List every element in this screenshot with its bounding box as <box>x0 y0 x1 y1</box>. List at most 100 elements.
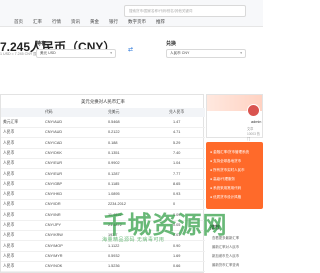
table-cell-code: CNY/AUD <box>45 120 63 124</box>
user-name[interactable]: admin <box>251 120 261 124</box>
watermark-logo: 千城资源网 <box>90 207 240 239</box>
table-cell-v1: 0.1287 <box>108 171 120 176</box>
table-cell-code: CNY/INR <box>45 212 61 217</box>
table-cell-v2: 5.29 <box>173 140 181 145</box>
table-cell-v2: 7.40 <box>173 150 181 155</box>
top-bar: 搜索货币/国家名称/代码/别名/其他关键词 首页 汇率 行情 资讯 黄金 银行 数字货币 推荐 <box>0 0 263 27</box>
table-cell-name: 美元汇率 <box>3 120 19 124</box>
nav-item[interactable]: 黄金 <box>85 18 104 26</box>
to-label: 兑换 <box>166 41 177 47</box>
chevron-down-icon: ▾ <box>240 51 242 55</box>
table-row[interactable]: 人民币 CNY/MOP 1.1122 0.90 <box>1 242 205 252</box>
table-cell-name: 人民币 <box>3 202 15 207</box>
table-cell-v2: 4.71 <box>173 130 181 135</box>
chevron-down-icon: ▾ <box>110 51 112 55</box>
watermark-text: 千城资源网 <box>102 210 228 239</box>
to-currency-select[interactable]: 人民币 CNY ▾ <box>166 49 246 58</box>
table-cell-name: 人民币 <box>3 150 15 155</box>
col-cny: 兑人民币 <box>169 110 185 114</box>
avatar[interactable] <box>247 104 260 117</box>
search-input[interactable]: 搜索货币/国家名称/代码/别名/其他关键词 <box>124 5 246 17</box>
table-row[interactable]: 人民币 CNY/AUD 0.2122 4.71 <box>1 128 205 139</box>
table-cell-v2: 1.47 <box>173 120 181 124</box>
table-row[interactable]: 人民币 CNY/GBP 0.1185 8.65 <box>1 180 205 190</box>
user-stat: 文章 10003 热门 <box>247 127 260 141</box>
user-card: admin 文章 10003 热门 <box>206 94 263 141</box>
table-cell-v2: 0.93 <box>173 192 181 197</box>
swap-icon[interactable]: ⇄ <box>128 46 133 53</box>
table-header: 代码 兑美元 兑人民币 <box>1 108 205 117</box>
table-cell-v1: 1.0895 <box>108 192 120 197</box>
table-cell-code: CNY/EUR <box>45 171 63 176</box>
nav-item[interactable]: 推荐 <box>151 18 170 26</box>
table-cell-v1: 0.5932 <box>108 253 120 258</box>
table-cell-v1: 0.1185 <box>108 181 120 186</box>
table-cell-name: 人民币 <box>3 253 15 258</box>
col-code: 代码 <box>45 110 53 114</box>
table-row[interactable]: 人民币 CNY/EUR 0.1287 7.77 <box>1 170 205 180</box>
col-usd: 兑美元 <box>108 110 120 114</box>
main-nav: 首页 汇率 行情 资讯 黄金 银行 数字货币 推荐 <box>0 18 170 26</box>
promo-item: ● 金融汇率/货币管理系统 <box>210 150 250 154</box>
table-row[interactable]: 人民币 CNY/DKK 0.1351 7.40 <box>1 149 205 159</box>
table-cell-name: 人民币 <box>3 171 15 176</box>
table-row[interactable]: 人民币 CNY/NOK 1.5236 0.66 <box>1 262 205 273</box>
table-cell-name: 人民币 <box>3 130 15 135</box>
promo-item: ● 高级/代理服务 <box>210 177 236 181</box>
table-row[interactable]: 人民币 CNY/CAD 0.188 5.29 <box>1 139 205 149</box>
table-cell-code: CNY/IDR <box>45 202 61 207</box>
recommend-link[interactable]: 最新货币汇率查询 <box>212 262 239 267</box>
recommend-link[interactable]: 新加坡币兑人民币 <box>212 253 239 258</box>
nav-item[interactable]: 汇率 <box>28 18 47 26</box>
from-currency-value: 美元 USD <box>40 51 56 55</box>
table-cell-name: 人民币 <box>3 140 15 145</box>
table-cell-v1: 0.9902 <box>108 161 120 166</box>
table-cell-code: CNY/MOP <box>45 243 63 248</box>
to-currency-value: 人民币 CNY <box>170 51 190 55</box>
promo-card[interactable]: ● 金融汇率/货币管理系统 ● 支持全球各地货币 ● 所有货币实时人民币 ● 高级/代… <box>206 142 263 209</box>
table-cell-v1: 1.5236 <box>108 264 120 269</box>
table-cell-v2: 7.77 <box>173 171 181 176</box>
table-cell-v2: 0.90 <box>173 243 181 248</box>
nav-item[interactable]: 行情 <box>47 18 66 26</box>
table-cell-code: CNY/EUR <box>45 161 63 166</box>
table-cell-code: CNY/NOK <box>45 264 63 269</box>
table-cell-code: CNY/GBP <box>45 181 63 186</box>
table-cell-v2: 1.69 <box>173 253 181 258</box>
table-cell-code: CNY/MYR <box>45 253 63 258</box>
table-cell-v2: 1.04 <box>173 161 181 166</box>
promo-item: ● 系统采用常用代码 <box>210 186 242 190</box>
nav-item[interactable]: 银行 <box>104 18 123 26</box>
nav-item[interactable]: 首页 <box>0 18 28 26</box>
from-label: 持有 <box>36 41 47 47</box>
table-cell-name: 人民币 <box>3 192 15 197</box>
promo-item: ● 优质货币设计风格 <box>210 195 242 199</box>
table-row[interactable]: 人民币 CNY/MYR 0.5932 1.69 <box>1 252 205 262</box>
table-cell-code: CNY/DKK <box>45 150 62 155</box>
table-cell-code: CNY/KRW <box>45 233 63 238</box>
from-currency-select[interactable]: 美元 USD ▾ <box>36 49 116 58</box>
table-cell-v2: 8.65 <box>173 181 181 186</box>
table-cell-code: CNY/JPY <box>45 223 62 227</box>
table-cell-code: CNY/HKD <box>45 192 63 197</box>
table-cell-v2: 0.66 <box>173 264 181 269</box>
watermark-subtext: 海量精品源码 无病毒可用 <box>102 237 165 243</box>
table-cell-name: 人民币 <box>3 264 15 269</box>
table-cell-v1: 0.5468 <box>108 120 120 124</box>
recommend-link[interactable]: 最新汇率对人民币 <box>212 244 239 249</box>
sidebar: admin 文章 10003 热门 ● 金融汇率/货币管理系统 ● 支持全球各地货… <box>206 94 263 273</box>
table-row[interactable]: 美元汇率 CNY/AUD 0.5468 1.47 <box>1 118 205 128</box>
rate-table: 美元兑换对人民币汇率 代码 兑美元 兑人民币 美元汇率 CNY/AUD 0.5468… <box>0 94 205 273</box>
table-cell-code: CNY/AUD <box>45 130 63 135</box>
promo-item: ● 支持全球各地货币 <box>210 159 242 163</box>
nav-item[interactable]: 资讯 <box>66 18 85 26</box>
table-cell-name: 人民币 <box>3 223 15 227</box>
nav-item[interactable]: 数字货币 <box>123 18 151 26</box>
table-cell-name: 人民币 <box>3 233 15 238</box>
table-cell-name: 人民币 <box>3 181 15 186</box>
table-row[interactable]: 人民币 CNY/HKD 1.0895 0.93 <box>1 190 205 201</box>
table-cell-code: CNY/CAD <box>45 140 63 145</box>
table-row[interactable]: 人民币 CNY/EUR 0.9902 1.04 <box>1 159 205 170</box>
table-cell-name: 人民币 <box>3 161 15 166</box>
promo-item: ● 所有货币实时人民币 <box>210 168 245 172</box>
